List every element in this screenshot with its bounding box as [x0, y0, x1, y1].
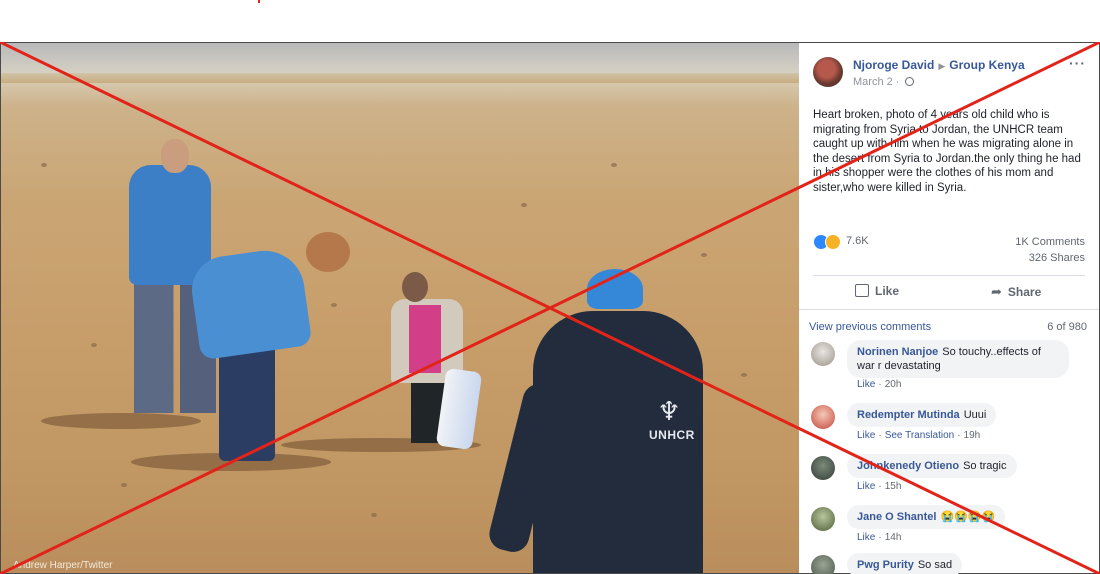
comment: Pwg Purity So sad — [809, 553, 1099, 574]
comment: Redempter Mutinda Uuui Like · See Translati… — [809, 403, 1099, 443]
comment-page-count: 6 of 980 — [1047, 321, 1087, 333]
share-button[interactable]: ➦ Share — [991, 284, 1041, 300]
comments-count[interactable]: 1K Comments — [1015, 236, 1085, 248]
post-header: Njoroge David ▶ Group Kenya — [853, 58, 1025, 72]
comment-bubble: Johnkenedy Otieno So tragic — [847, 454, 1017, 478]
sad-reaction-icon — [825, 234, 841, 250]
comment: Norinen Nanjoe So touchy..effects of war … — [809, 340, 1099, 390]
post-text: Heart broken, photo of 4 years old child… — [813, 109, 1081, 194]
comment: Johnkenedy Otieno So tragic Like · 15h — [809, 454, 1099, 494]
comment-like-link[interactable]: Like — [857, 532, 875, 543]
comment-like-link[interactable]: Like — [857, 379, 875, 390]
stone — [611, 163, 617, 167]
photo-credit: Andrew Harper/Twitter — [13, 560, 113, 571]
comment-bubble: Norinen Nanjoe So touchy..effects of war … — [847, 340, 1069, 378]
comment-meta: Like · 15h — [857, 481, 902, 492]
stone — [701, 253, 707, 257]
divider — [799, 309, 1099, 310]
comment-text: So sad — [917, 559, 953, 571]
thumbs-up-icon — [855, 284, 869, 297]
stone — [371, 513, 377, 517]
comment: Jane O Shantel 😭😭😭😭 Like · 14h — [809, 505, 1099, 545]
share-arrow-icon: ➦ — [991, 284, 1002, 299]
group-name[interactable]: Group Kenya — [949, 58, 1024, 72]
commenter-name[interactable]: Jane O Shantel — [857, 511, 936, 523]
commenter-name[interactable]: Norinen Nanjoe — [857, 346, 938, 358]
comment-like-link[interactable]: Like — [857, 430, 875, 441]
view-previous-comments-link[interactable]: View previous comments — [809, 321, 931, 333]
commenter-avatar[interactable] — [811, 405, 835, 429]
stone — [91, 343, 97, 347]
commenter-avatar[interactable] — [811, 456, 835, 480]
commenter-avatar[interactable] — [811, 507, 835, 531]
stone — [41, 163, 47, 167]
commenter-avatar[interactable] — [811, 555, 835, 574]
globe-icon — [904, 77, 914, 86]
unhcr-text: UNHCR — [649, 428, 695, 442]
sky — [1, 43, 799, 75]
commenter-avatar[interactable] — [811, 342, 835, 366]
comment-bubble: Pwg Purity So sad — [847, 553, 963, 574]
divider — [813, 275, 1085, 276]
comment-meta: Like · 14h — [857, 532, 902, 543]
comment-meta: Like · See Translation · 19h — [857, 430, 981, 441]
comment-time[interactable]: 19h — [964, 430, 981, 441]
see-translation-link[interactable]: See Translation — [885, 430, 955, 441]
stone — [331, 303, 337, 307]
red-mark — [258, 0, 260, 3]
author-avatar[interactable] — [813, 57, 843, 87]
comment-bubble: Redempter Mutinda Uuui — [847, 403, 997, 427]
comment-text: 😭😭😭😭 — [940, 511, 996, 523]
post-date[interactable]: March 2 · — [853, 76, 914, 88]
comment-text: So tragic — [963, 460, 1007, 472]
horizon — [1, 73, 799, 83]
shares-count[interactable]: 326 Shares — [1029, 252, 1085, 264]
post-photo[interactable]: ♆ UNHCR Andrew Harper/Twitter — [1, 43, 799, 573]
commenter-name[interactable]: Pwg Purity — [857, 559, 914, 571]
comment-meta: Like · 20h — [857, 379, 902, 390]
screenshot-frame: ♆ UNHCR Andrew Harper/Twitter Njoroge Da… — [0, 42, 1100, 574]
comment-like-link[interactable]: Like — [857, 481, 875, 492]
post-sidebar: Njoroge David ▶ Group Kenya March 2 · ··· … — [799, 43, 1099, 574]
stone — [121, 483, 127, 487]
commenter-name[interactable]: Johnkenedy Otieno — [857, 460, 959, 472]
author-name[interactable]: Njoroge David — [853, 58, 934, 72]
comment-time[interactable]: 20h — [885, 379, 902, 390]
triangle-right-icon: ▶ — [938, 61, 946, 71]
stone — [741, 373, 747, 377]
comment-text: Uuui — [963, 409, 987, 421]
stone — [521, 203, 527, 207]
reactions-count: 7.6K — [846, 235, 869, 247]
commenter-name[interactable]: Redempter Mutinda — [857, 409, 960, 421]
comment-time[interactable]: 15h — [885, 481, 902, 492]
shadow — [41, 413, 201, 429]
like-button[interactable]: Like — [855, 284, 899, 298]
options-icon[interactable]: ··· — [1069, 55, 1086, 71]
comment-bubble: Jane O Shantel 😭😭😭😭 — [847, 505, 1006, 529]
comment-time[interactable]: 14h — [885, 532, 902, 543]
